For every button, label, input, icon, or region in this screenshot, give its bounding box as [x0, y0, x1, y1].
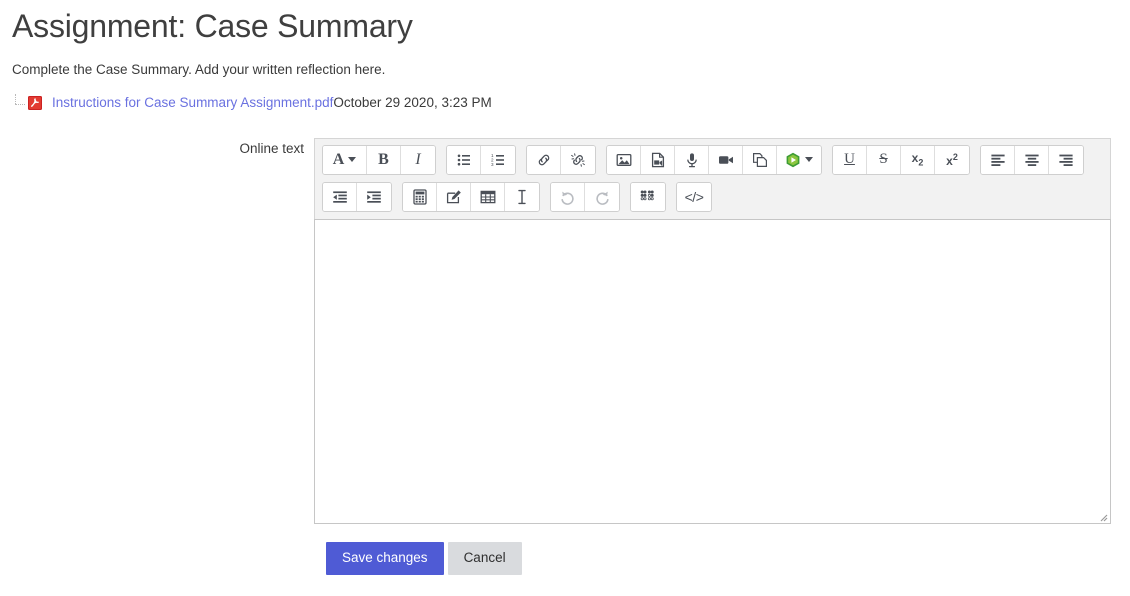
attachment-file-link[interactable]: Instructions for Case Summary Assignment… — [52, 96, 333, 110]
pdf-file-icon — [27, 95, 43, 111]
strikethrough-icon[interactable]: S — [867, 146, 901, 174]
manage-files-icon[interactable] — [743, 146, 777, 174]
svg-text:3: 3 — [491, 162, 494, 167]
italic-icon[interactable]: I — [401, 146, 435, 174]
online-text-label: Online text — [0, 138, 314, 156]
numbered-list-icon[interactable]: 123 — [481, 146, 515, 174]
html-source-icon[interactable]: </> — [677, 183, 711, 211]
text-editor-input[interactable] — [315, 220, 1110, 523]
toolbar-group — [322, 182, 392, 212]
insert-table-icon[interactable] — [471, 183, 505, 211]
attachment-date: October 29 2020, 3:23 PM — [333, 96, 491, 110]
save-changes-button[interactable]: Save changes — [326, 542, 444, 575]
page-title: Assignment: Case Summary — [0, 0, 1130, 46]
font-style-icon[interactable]: A — [323, 146, 367, 174]
bulleted-list-icon[interactable] — [447, 146, 481, 174]
outdent-icon[interactable] — [323, 183, 357, 211]
toolbar-group: USx2x2 — [832, 145, 970, 175]
bold-icon[interactable]: B — [367, 146, 401, 174]
toolbar-row-2: </> — [322, 182, 1103, 212]
resize-handle[interactable] — [1096, 509, 1108, 521]
insert-media-file-icon[interactable] — [641, 146, 675, 174]
form-action-buttons: Save changes Cancel — [0, 542, 1130, 575]
text-editor-area[interactable] — [314, 219, 1111, 524]
insert-character-icon[interactable] — [505, 183, 539, 211]
online-text-editor-block: Online text ABI 123 USx2x2 </> — [0, 138, 1130, 524]
draw-icon[interactable] — [437, 183, 471, 211]
toolbar-group: 123 — [446, 145, 516, 175]
tree-connector-line — [12, 94, 26, 112]
editor-wrapper: ABI 123 USx2x2 </> — [314, 138, 1111, 524]
redo-icon[interactable] — [585, 183, 619, 211]
toolbar-group: </> — [676, 182, 712, 212]
insert-image-icon[interactable] — [607, 146, 641, 174]
toolbar-group — [606, 145, 822, 175]
record-audio-icon[interactable] — [675, 146, 709, 174]
underline-icon[interactable]: U — [833, 146, 867, 174]
toolbar-row-1: ABI 123 USx2x2 — [322, 145, 1103, 175]
toolbar-group — [630, 182, 666, 212]
toolbar-group — [526, 145, 596, 175]
subscript-icon[interactable]: x2 — [901, 146, 935, 174]
superscript-icon[interactable]: x2 — [935, 146, 969, 174]
toolbar-group — [402, 182, 540, 212]
cancel-button[interactable]: Cancel — [448, 542, 522, 575]
assignment-intro-text: Complete the Case Summary. Add your writ… — [0, 46, 1130, 80]
align-left-icon[interactable] — [981, 146, 1015, 174]
toolbar-group: ABI — [322, 145, 436, 175]
link-icon[interactable] — [527, 146, 561, 174]
unlink-icon[interactable] — [561, 146, 595, 174]
undo-icon[interactable] — [551, 183, 585, 211]
kaltura-media-icon[interactable] — [777, 146, 821, 174]
chevron-down-icon — [348, 157, 356, 162]
attachment-row: Instructions for Case Summary Assignment… — [0, 80, 1130, 112]
chevron-down-icon — [805, 157, 813, 162]
indent-icon[interactable] — [357, 183, 391, 211]
align-right-icon[interactable] — [1049, 146, 1083, 174]
toolbar-group — [980, 145, 1084, 175]
accessibility-checker-icon[interactable] — [631, 183, 665, 211]
record-video-icon[interactable] — [709, 146, 743, 174]
editor-toolbar: ABI 123 USx2x2 </> — [314, 138, 1111, 219]
equation-editor-icon[interactable] — [403, 183, 437, 211]
align-center-icon[interactable] — [1015, 146, 1049, 174]
toolbar-group — [550, 182, 620, 212]
